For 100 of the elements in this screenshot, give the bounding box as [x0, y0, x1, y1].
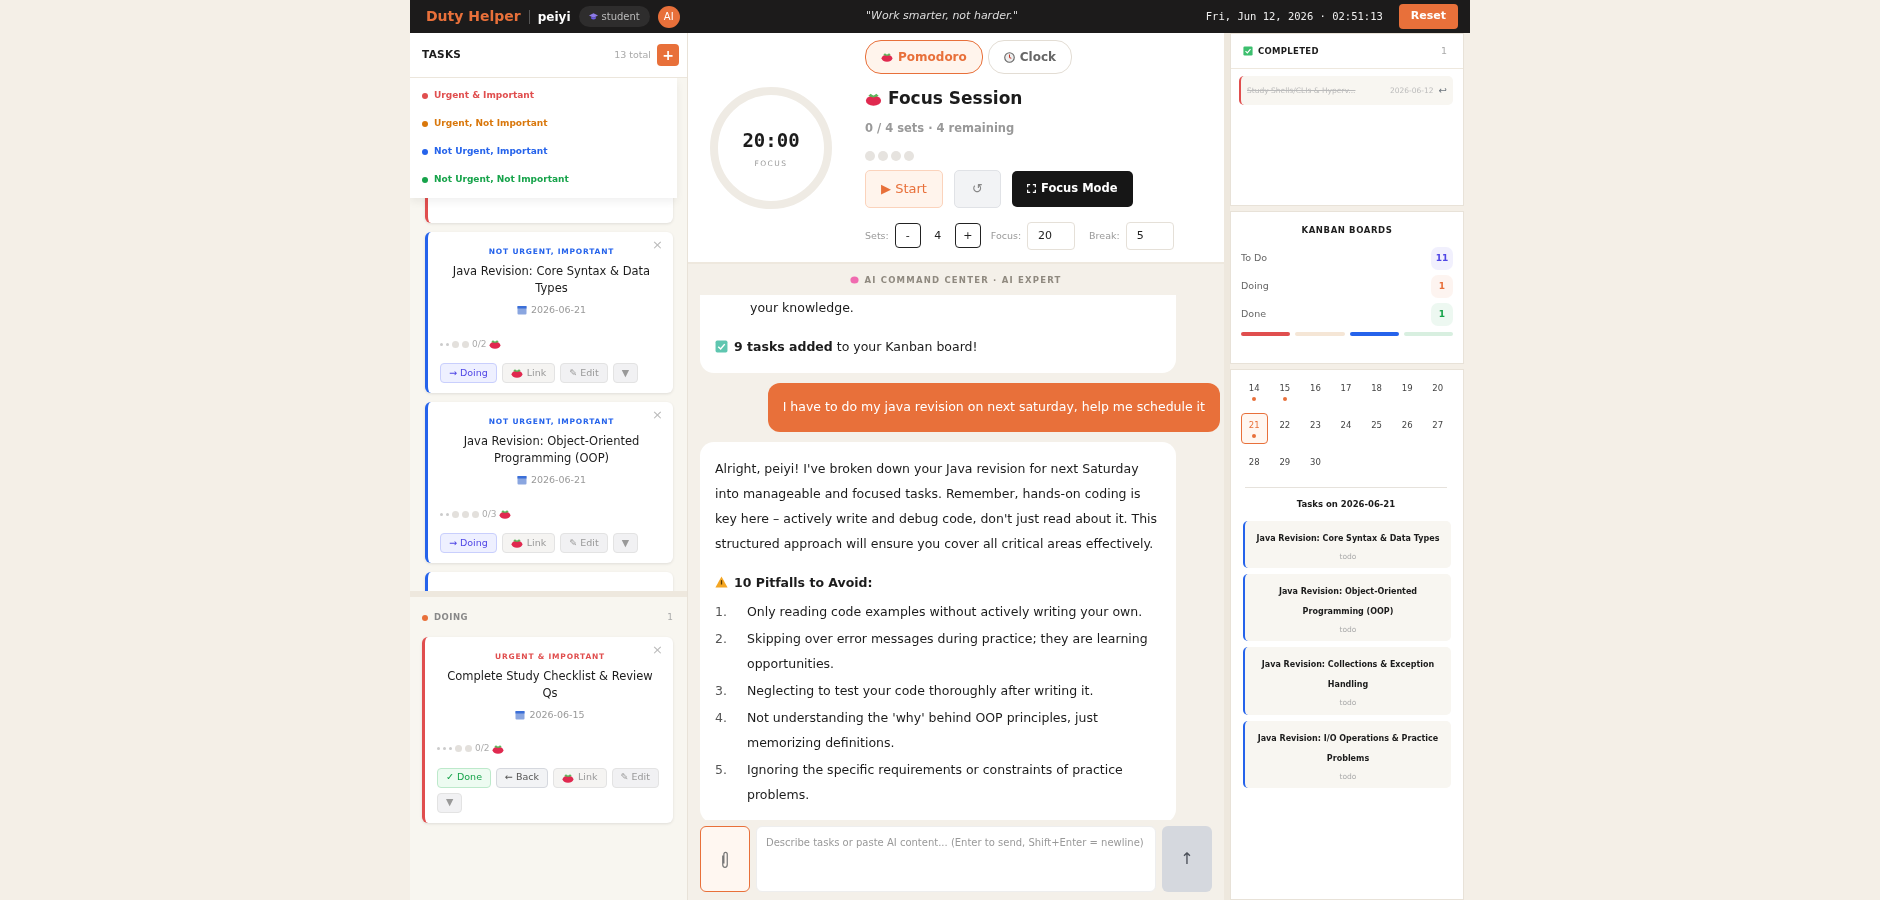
calendar-day[interactable]: 20: [1424, 376, 1451, 407]
pomodoro-count: 0/2: [475, 742, 490, 755]
add-button[interactable]: +: [657, 44, 679, 66]
list-item: Neglecting to test your code thoroughly after writing it.: [747, 681, 1094, 700]
tomato-icon: [510, 368, 523, 378]
tomato-icon: [562, 772, 575, 783]
list-number: 2.: [715, 629, 728, 648]
reset-timer-button[interactable]: ↺: [954, 169, 1001, 208]
calendar-day[interactable]: 30: [1302, 450, 1329, 481]
small-dot: [443, 747, 446, 751]
small-dot: [446, 342, 449, 346]
role-badge: student: [578, 6, 650, 27]
task-title: Java Revision: I/O Operations & Practice Problems: [1256, 732, 1440, 765]
tomato-icon: [489, 339, 502, 350]
task-title: Java Revision: Object-Oriented Programming (OOP): [1277, 586, 1419, 618]
calendar-day[interactable]: 14: [1241, 376, 1268, 407]
section-title: DOING: [434, 611, 469, 625]
task-title: Java Revision: Core Syntax & Data Types: [451, 263, 652, 298]
calendar-day[interactable]: 22: [1271, 413, 1299, 444]
app-logo: Duty Helper: [426, 7, 521, 26]
calendar-day[interactable]: 24: [1332, 413, 1360, 444]
list-number: 1.: [715, 602, 728, 621]
calendar-day[interactable]: 25: [1363, 413, 1390, 444]
panel-title: COMPLETED: [1258, 44, 1319, 58]
tomato-icon: [881, 52, 893, 62]
progress-dot: [465, 745, 472, 753]
list-number: 5.: [715, 760, 728, 779]
fullscreen-icon: [1027, 184, 1036, 194]
break-label: Break:: [1089, 228, 1120, 243]
focus-input[interactable]: 20: [1027, 221, 1076, 250]
calendar-day[interactable]: 29: [1271, 450, 1299, 481]
date-time: Fri, Jun 12, 2026 · 02:51:13: [1205, 8, 1383, 24]
task-title: Java Revision: Object-Oriented Programming (OOP): [462, 433, 641, 468]
paperclip-icon: [719, 850, 731, 869]
calendar-icon: [515, 709, 526, 720]
board-name: Doing: [1241, 279, 1269, 294]
message-text: 9 tasks added to your Kanban board!: [734, 337, 978, 356]
back-button[interactable]: ← Back: [496, 767, 549, 788]
list-number: 3.: [715, 681, 728, 700]
clock-icon: [1003, 51, 1015, 63]
send-button[interactable]: ↑: [1162, 826, 1212, 892]
list-number: 4.: [715, 708, 728, 727]
move-button[interactable]: → Doing: [440, 363, 497, 383]
sets-label: Sets:: [865, 228, 889, 243]
progress-dot: [455, 745, 462, 753]
task-count: 13 total: [614, 47, 651, 62]
list-heading: 10 Pitfalls to Avoid:: [734, 573, 873, 592]
board-name: To Do: [1241, 251, 1268, 266]
message-text: your knowledge.: [749, 298, 855, 317]
decrement-button[interactable]: -: [894, 223, 921, 249]
task-title: Complete Study Checklist & Review Qs: [446, 667, 654, 702]
attach-button[interactable]: [700, 826, 750, 892]
undo-button[interactable]: ↩: [1438, 83, 1447, 99]
calendar-day[interactable]: 21: [1241, 413, 1268, 444]
session-title: Focus Session: [888, 87, 1023, 110]
menu-item[interactable]: Urgent, Not Important: [410, 110, 677, 138]
calendar-day[interactable]: 28: [1241, 450, 1268, 481]
progress-dot: [452, 340, 459, 348]
menu-item[interactable]: Urgent & Important: [410, 82, 677, 110]
reset-button[interactable]: Reset: [1398, 4, 1458, 29]
list-item: Only reading code examples without actively writing your own.: [747, 602, 1143, 621]
calendar-day[interactable]: 23: [1302, 413, 1329, 444]
increment-button[interactable]: +: [954, 223, 981, 249]
break-input[interactable]: 5: [1125, 221, 1174, 250]
progress-dot: [472, 510, 479, 518]
calendar-day[interactable]: 16: [1302, 376, 1329, 407]
task-title: Java Revision: Core Syntax & Data Types: [1255, 532, 1441, 545]
calendar-day[interactable]: 27: [1424, 413, 1451, 444]
calendar-day[interactable]: 19: [1393, 376, 1421, 407]
section-title: AI COMMAND CENTER · AI EXPERT: [864, 274, 1062, 287]
calendar-day[interactable]: 17: [1332, 376, 1360, 407]
checkbox-icon: [715, 339, 728, 353]
panel-title: KANBAN BOARDS: [1300, 224, 1394, 237]
small-dot: [440, 342, 443, 346]
mode-tab[interactable]: Clock: [987, 40, 1073, 74]
graduation-cap-icon: [588, 12, 598, 21]
tomato-icon: [499, 509, 512, 520]
board-name: Done: [1241, 307, 1266, 322]
tomato-icon: [492, 743, 505, 754]
avatar-badge[interactable]: AI: [657, 5, 680, 28]
section-title: Tasks on 2026-06-21: [1295, 498, 1397, 511]
message-input[interactable]: Describe tasks or paste AI content... (Enter to send, Shift+Enter = newline): [756, 826, 1156, 892]
user-name: peiyi: [537, 8, 571, 26]
done-button[interactable]: ✓ Done: [437, 767, 491, 788]
tomato-icon: [510, 538, 523, 548]
menu-item[interactable]: Not Urgent, Important: [410, 138, 677, 166]
focus-label: Focus:: [990, 228, 1022, 243]
small-dot: [437, 747, 440, 751]
calendar-day[interactable]: 26: [1393, 413, 1421, 444]
menu-item[interactable]: Not Urgent, Not Important: [410, 166, 677, 194]
calendar-icon: [516, 305, 527, 316]
message-text: Alright, peiyi! I've broken down your Java revision for next Saturday into manageable and focused tasks. Remember, hands-on coding is key here – actively write and debug code, don't just read about it. This structured approach will ensure you cover all critical areas effectively.: [715, 459, 1159, 553]
calendar-day[interactable]: 15: [1271, 376, 1299, 407]
focus-mode-button[interactable]: Focus Mode: [1012, 170, 1133, 207]
board-count: 11: [1431, 246, 1453, 270]
panel-title: TASKS: [422, 47, 462, 63]
move-button[interactable]: → Doing: [440, 533, 497, 553]
calendar-day[interactable]: 18: [1363, 376, 1390, 407]
list-item: Not understanding the 'why' behind OOP principles, just memorizing definitions.: [747, 708, 1099, 752]
small-dot: [449, 747, 452, 751]
